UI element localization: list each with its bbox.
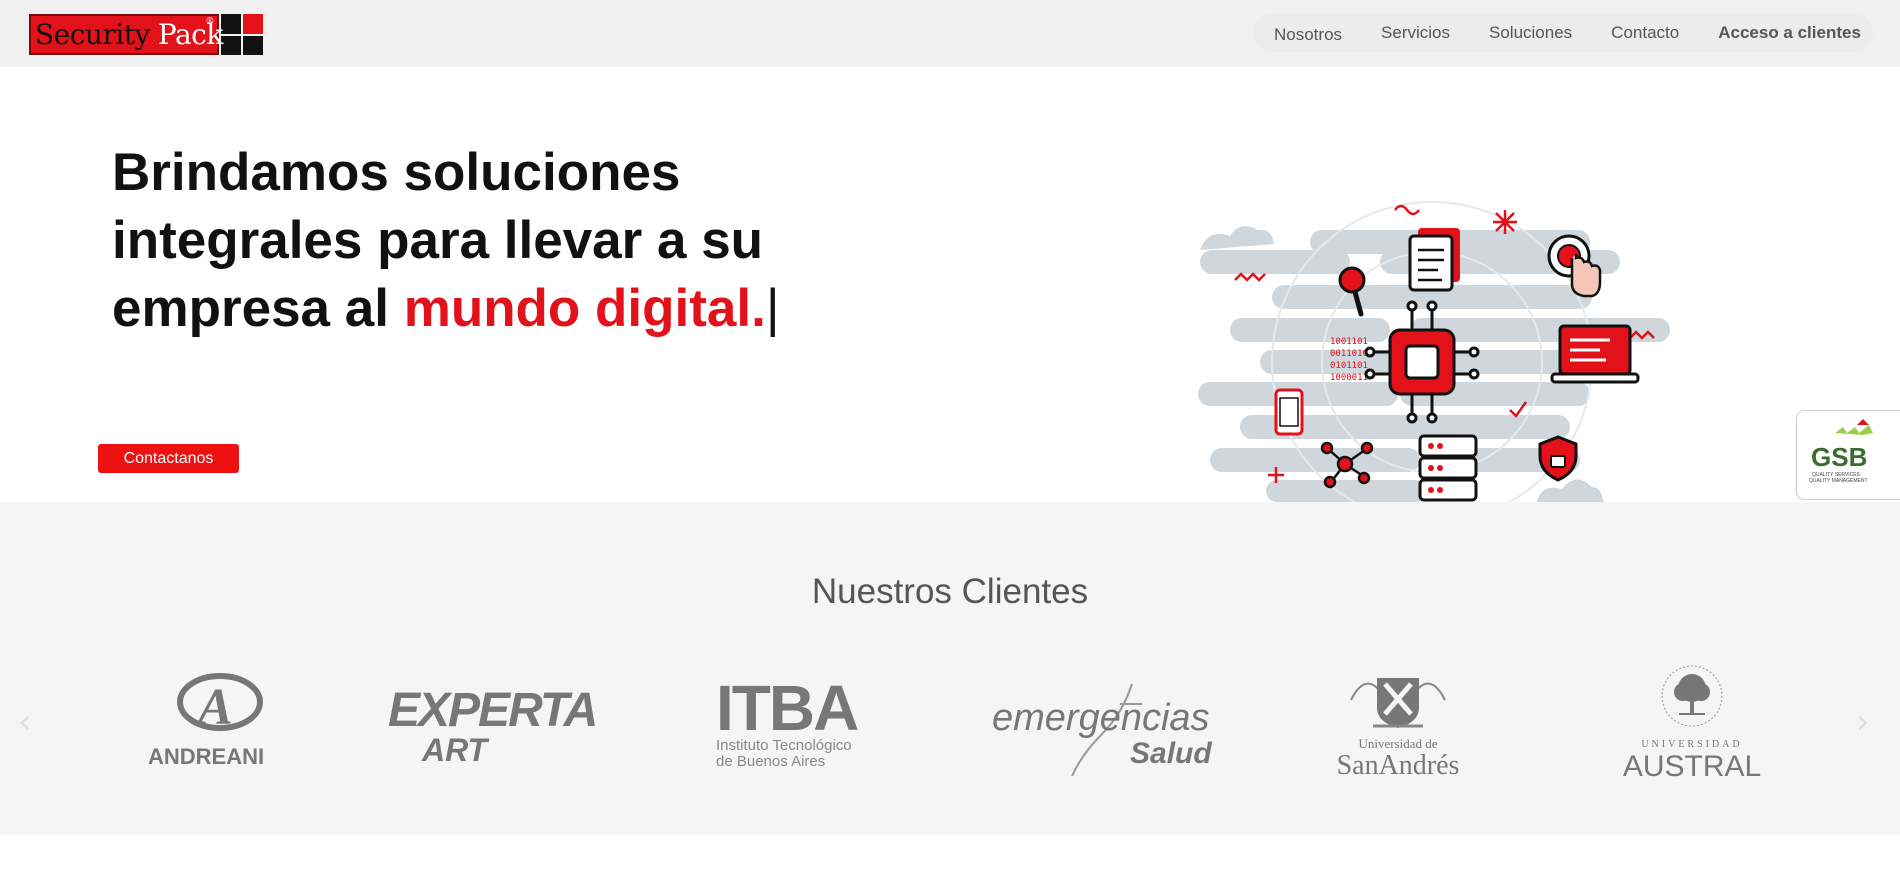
badge-line-2: QUALITY MANAGEMENT: [1809, 478, 1868, 484]
san-andres-line-2: SanAndrés: [1336, 750, 1460, 781]
binary-row: 1000011: [1330, 373, 1368, 383]
laptop-icon: [1550, 324, 1640, 384]
digital-services-illustration: 1001101 0011010 0101101 1000011: [1198, 201, 1670, 502]
binary-row: 1001101: [1330, 337, 1368, 347]
hero-section: Brindamos soluciones integrales para lle…: [0, 67, 1900, 502]
nav-item-soluciones[interactable]: Soluciones: [1489, 23, 1572, 43]
andreani-mark: A: [195, 679, 233, 736]
security-pack-logo[interactable]: Security Pack ®: [29, 14, 263, 55]
client-logo-experta-art: EXPERTA ART: [388, 684, 608, 768]
andreani-name: ANDREANI: [148, 744, 264, 769]
client-logo-emergencias-salud: emergencias Salud: [992, 682, 1222, 778]
experta-name: EXPERTA: [388, 684, 598, 737]
page: Security Pack ® Nosotros Servicios Soluci…: [0, 0, 1900, 870]
headline-accent: mundo digital.: [403, 279, 766, 338]
document-icon: [1408, 228, 1460, 292]
clients-section: Nuestros Clientes ‹ › A ANDREANI EXPERTA…: [0, 502, 1900, 835]
client-logo-andreani: A ANDREANI: [148, 672, 284, 772]
clients-title: Nuestros Clientes: [811, 572, 1089, 611]
logo-square: [221, 14, 241, 34]
san-andres-seal-icon: [1350, 678, 1446, 728]
client-logo-austral: UNIVERSIDAD AUSTRAL: [1612, 658, 1772, 783]
nav-item-contacto[interactable]: Contacto: [1611, 23, 1679, 43]
logo-part1: Security: [35, 18, 150, 51]
itba-name: ITBA: [716, 672, 859, 744]
client-logo-san-andres: Universidad de SanAndrés: [1318, 670, 1478, 782]
client-logo-itba: ITBA Instituto Tecnológico de Buenos Air…: [716, 672, 886, 778]
andreani-mark-icon: A ANDREANI: [148, 673, 264, 769]
badge-name: GSB: [1811, 442, 1867, 472]
typing-cursor: |: [765, 279, 780, 338]
binary-row: 0101101: [1330, 361, 1368, 371]
experta-art: ART: [422, 732, 488, 768]
austral-tree-icon: [1661, 665, 1723, 727]
carousel-prev-icon[interactable]: ‹: [18, 702, 32, 742]
headline-line-1: Brindamos soluciones: [112, 143, 681, 202]
san-andres-line-1: Universidad de: [1358, 736, 1438, 751]
contactanos-button[interactable]: Contactanos: [98, 444, 239, 473]
logo-square: [221, 35, 241, 55]
itba-subtitle-2: de Buenos Aires: [716, 753, 826, 770]
main-menu: Nosotros Servicios Soluciones Contacto A…: [1253, 14, 1873, 52]
logo-wordmark: Security Pack ®: [29, 14, 223, 55]
hero-headline: Brindamos soluciones integrales para lle…: [112, 139, 892, 343]
nav-item-acceso-clientes[interactable]: Acceso a clientes: [1718, 23, 1861, 43]
nav-item-servicios[interactable]: Servicios: [1381, 23, 1450, 43]
emergencias-name: emergencias: [992, 697, 1210, 739]
emergencias-salud: Salud: [1130, 737, 1212, 770]
server-icon: [1418, 434, 1478, 502]
logo-squares-icon: [221, 14, 263, 55]
gsb-quality-badge[interactable]: GSB QUALITY SERVICES QUALITY MANAGEMENT: [1796, 410, 1900, 500]
logo-registered-mark: ®: [205, 17, 215, 27]
carousel-next-icon[interactable]: ›: [1856, 702, 1870, 742]
itba-subtitle-1: Instituto Tecnológico: [716, 737, 852, 754]
logo-square: [243, 14, 263, 34]
binary-row: 0011010: [1330, 349, 1368, 359]
top-nav: Security Pack ® Nosotros Servicios Soluci…: [0, 0, 1900, 67]
headline-line-3: empresa al: [112, 279, 404, 338]
gsb-logo-icon: GSB QUALITY SERVICES QUALITY MANAGEMENT: [1809, 419, 1873, 484]
austral-line-2: AUSTRAL: [1622, 750, 1762, 783]
nav-item-nosotros[interactable]: Nosotros: [1274, 25, 1342, 45]
phone-icon: [1274, 388, 1304, 436]
headline-line-2: integrales para llevar a su: [112, 211, 764, 270]
logo-square: [243, 35, 263, 55]
